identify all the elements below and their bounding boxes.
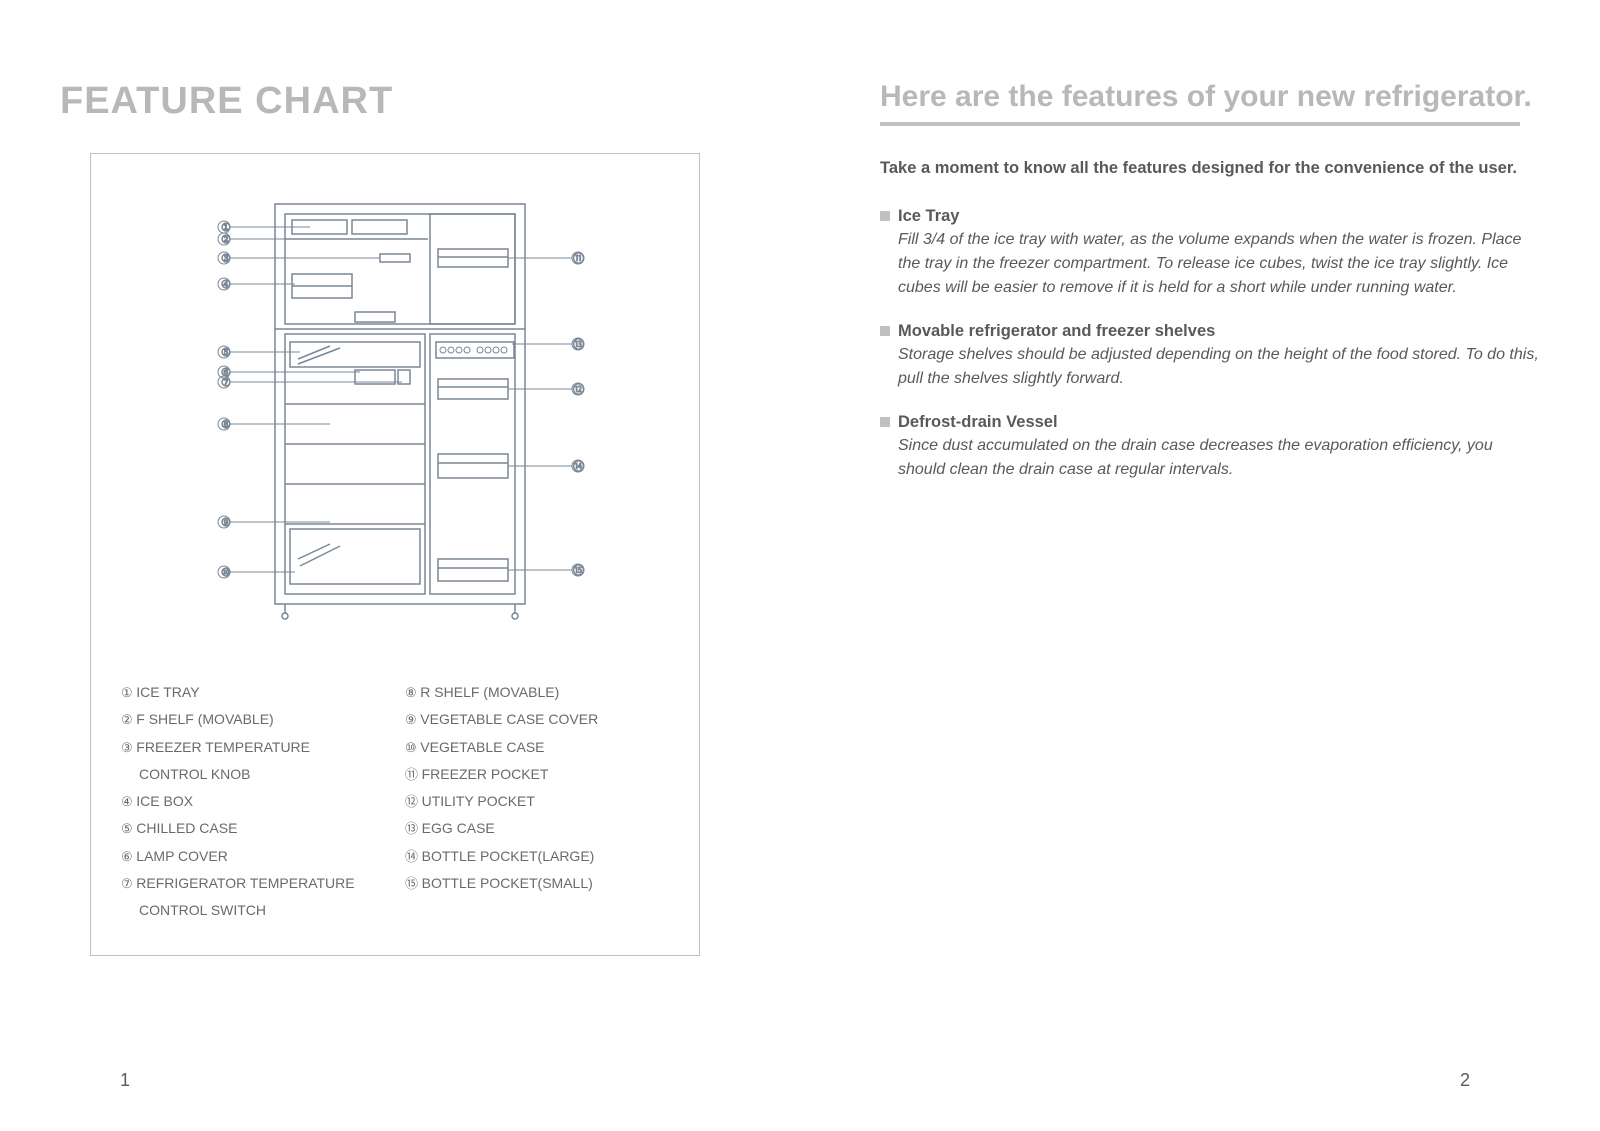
svg-text:⑨: ⑨	[221, 517, 231, 529]
part-label: VEGETABLE CASE COVER	[420, 711, 598, 727]
part-item: ④ ICE BOX	[121, 788, 385, 815]
svg-text:⑧: ⑧	[221, 419, 231, 431]
part-item: ③ FREEZER TEMPERATURE	[121, 734, 385, 761]
part-number: ⑪	[405, 767, 422, 782]
svg-text:④: ④	[221, 279, 231, 291]
page-right: Here are the features of your new refrig…	[800, 0, 1600, 1131]
page-number: 1	[120, 1070, 130, 1091]
page-left: FEATURE CHART	[0, 0, 800, 1131]
page-number: 2	[1460, 1070, 1470, 1091]
part-item: ⑫ UTILITY POCKET	[405, 788, 669, 815]
part-number: ⑭	[405, 849, 422, 864]
title-underline	[880, 122, 1520, 126]
svg-text:⑦: ⑦	[221, 377, 231, 389]
svg-text:⑭: ⑭	[573, 460, 584, 473]
diagram-wrap: ① ② ③ ④ ⑤ ⑥ ⑦ ⑧ ⑨ ⑩ ⑪	[121, 194, 669, 639]
part-item: ⑤ CHILLED CASE	[121, 815, 385, 842]
part-item: CONTROL KNOB	[121, 761, 385, 788]
section-body: Since dust accumulated on the drain case…	[880, 434, 1540, 482]
part-label: ICE TRAY	[136, 684, 199, 700]
part-item: ⑭ BOTTLE POCKET(LARGE)	[405, 843, 669, 870]
section-body: Fill 3/4 of the ice tray with water, as …	[880, 228, 1540, 300]
part-number: ⑥	[121, 849, 136, 864]
parts-list: ① ICE TRAY② F SHELF (MOVABLE)③ FREEZER T…	[121, 679, 669, 925]
part-label: F SHELF (MOVABLE)	[136, 711, 273, 727]
parts-col-1: ① ICE TRAY② F SHELF (MOVABLE)③ FREEZER T…	[121, 679, 385, 925]
part-number: ④	[121, 794, 136, 809]
part-label: CHILLED CASE	[136, 820, 237, 836]
part-number: ⑦	[121, 876, 136, 891]
part-label: CONTROL SWITCH	[139, 902, 266, 918]
part-label: ICE BOX	[136, 793, 193, 809]
part-label: R SHELF (MOVABLE)	[420, 684, 559, 700]
part-label: EGG CASE	[422, 820, 495, 836]
part-label: VEGETABLE CASE	[420, 739, 544, 755]
intro-text: Take a moment to know all the features d…	[880, 156, 1540, 181]
refrigerator-diagram: ① ② ③ ④ ⑤ ⑥ ⑦ ⑧ ⑨ ⑩ ⑪	[180, 194, 610, 639]
part-number: ①	[121, 685, 136, 700]
part-number: ⑩	[405, 740, 420, 755]
part-number: ⑫	[405, 794, 422, 809]
section-body: Storage shelves should be adjusted depen…	[880, 343, 1540, 391]
part-item: ⑧ R SHELF (MOVABLE)	[405, 679, 669, 706]
part-number: ⑧	[405, 685, 420, 700]
section-title: Ice Tray	[880, 207, 1540, 226]
part-label: REFRIGERATOR TEMPERATURE	[136, 875, 354, 891]
feature-section: Movable refrigerator and freezer shelves…	[880, 322, 1540, 391]
part-label: FREEZER POCKET	[422, 766, 549, 782]
page-title: Here are the features of your new refrig…	[880, 80, 1540, 114]
part-item: ① ICE TRAY	[121, 679, 385, 706]
part-item: ⑬ EGG CASE	[405, 815, 669, 842]
svg-text:③: ③	[221, 253, 231, 265]
feature-box: ① ② ③ ④ ⑤ ⑥ ⑦ ⑧ ⑨ ⑩ ⑪	[90, 153, 700, 956]
part-number: ⑬	[405, 821, 422, 836]
part-item: ⑦ REFRIGERATOR TEMPERATURE	[121, 870, 385, 897]
section-title: Movable refrigerator and freezer shelves	[880, 322, 1540, 341]
part-item: ② F SHELF (MOVABLE)	[121, 706, 385, 733]
part-label: BOTTLE POCKET(LARGE)	[422, 848, 595, 864]
part-item: CONTROL SWITCH	[121, 897, 385, 924]
part-item: ⑩ VEGETABLE CASE	[405, 734, 669, 761]
part-label: FREEZER TEMPERATURE	[136, 739, 310, 755]
svg-text:①: ①	[221, 222, 231, 234]
part-label: UTILITY POCKET	[422, 793, 535, 809]
part-number: ②	[121, 712, 136, 727]
part-number: ③	[121, 740, 136, 755]
svg-text:⑩: ⑩	[221, 567, 231, 579]
page-title: FEATURE CHART	[60, 80, 740, 123]
svg-text:②: ②	[221, 234, 231, 246]
feature-section: Defrost-drain Vessel Since dust accumulat…	[880, 413, 1540, 482]
svg-text:⑫: ⑫	[573, 383, 584, 396]
part-item: ⑪ FREEZER POCKET	[405, 761, 669, 788]
section-title: Defrost-drain Vessel	[880, 413, 1540, 432]
part-item: ⑥ LAMP COVER	[121, 843, 385, 870]
part-item: ⑮ BOTTLE POCKET(SMALL)	[405, 870, 669, 897]
part-number: ⑮	[405, 876, 422, 891]
svg-text:⑬: ⑬	[573, 338, 584, 351]
part-label: BOTTLE POCKET(SMALL)	[422, 875, 593, 891]
svg-text:⑪: ⑪	[573, 252, 584, 265]
part-number: ⑤	[121, 821, 136, 836]
part-number: ⑨	[405, 712, 420, 727]
part-label: LAMP COVER	[136, 848, 228, 864]
feature-section: Ice Tray Fill 3/4 of the ice tray with wa…	[880, 207, 1540, 300]
svg-text:⑮: ⑮	[573, 564, 584, 577]
part-label: CONTROL KNOB	[139, 766, 251, 782]
part-item: ⑨ VEGETABLE CASE COVER	[405, 706, 669, 733]
svg-text:⑤: ⑤	[221, 347, 231, 359]
parts-col-2: ⑧ R SHELF (MOVABLE)⑨ VEGETABLE CASE COVE…	[405, 679, 669, 925]
